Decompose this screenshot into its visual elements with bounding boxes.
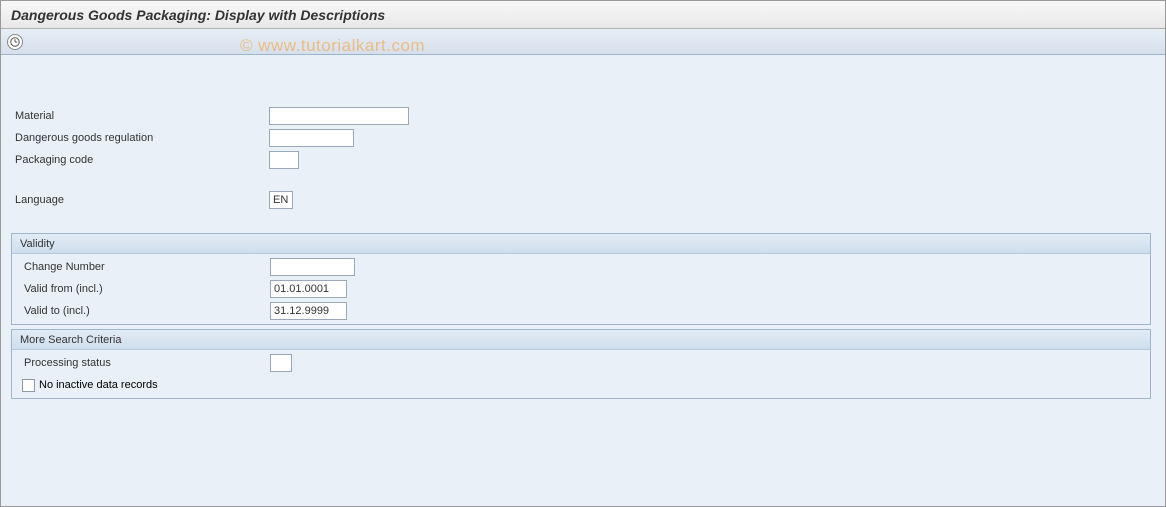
validity-group-header: Validity: [12, 234, 1150, 254]
dg-regulation-label: Dangerous goods regulation: [11, 132, 269, 144]
material-input[interactable]: [269, 107, 409, 125]
valid-to-input[interactable]: [270, 302, 347, 320]
page-title: Dangerous Goods Packaging: Display with …: [11, 7, 385, 23]
valid-from-label: Valid from (incl.): [12, 283, 270, 295]
processing-status-input[interactable]: [270, 354, 292, 372]
valid-from-input[interactable]: [270, 280, 347, 298]
execute-button[interactable]: [7, 34, 23, 50]
change-number-input[interactable]: [270, 258, 355, 276]
material-row: Material: [11, 105, 1151, 127]
no-inactive-checkbox[interactable]: [22, 379, 35, 392]
valid-to-row: Valid to (incl.): [12, 300, 1150, 322]
language-input[interactable]: [269, 191, 293, 209]
valid-from-row: Valid from (incl.): [12, 278, 1150, 300]
material-label: Material: [11, 110, 269, 122]
header-bar: Dangerous Goods Packaging: Display with …: [1, 1, 1165, 29]
more-criteria-group: More Search Criteria Processing status N…: [11, 329, 1151, 399]
dg-regulation-input[interactable]: [269, 129, 354, 147]
language-label: Language: [11, 194, 269, 206]
processing-status-row: Processing status: [12, 352, 1150, 374]
clock-icon: [10, 37, 20, 47]
toolbar: [1, 29, 1165, 55]
language-row: Language: [11, 189, 1151, 211]
content-area: Material Dangerous goods regulation Pack…: [1, 55, 1165, 506]
packaging-code-input[interactable]: [269, 151, 299, 169]
processing-status-label: Processing status: [12, 357, 270, 369]
more-criteria-group-header: More Search Criteria: [12, 330, 1150, 350]
change-number-label: Change Number: [12, 261, 270, 273]
no-inactive-label: No inactive data records: [39, 379, 158, 391]
packaging-code-row: Packaging code: [11, 149, 1151, 171]
validity-group: Validity Change Number Valid from (incl.…: [11, 233, 1151, 325]
change-number-row: Change Number: [12, 256, 1150, 278]
packaging-code-label: Packaging code: [11, 154, 269, 166]
valid-to-label: Valid to (incl.): [12, 305, 270, 317]
no-inactive-row: No inactive data records: [12, 374, 1150, 396]
dg-regulation-row: Dangerous goods regulation: [11, 127, 1151, 149]
